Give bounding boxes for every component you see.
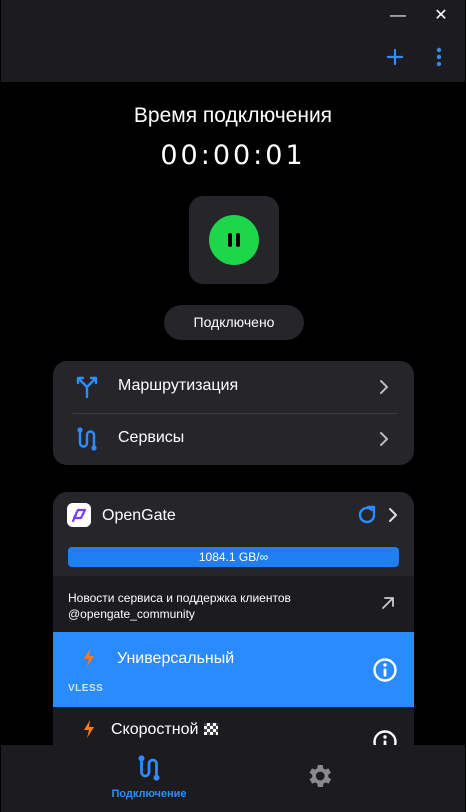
profile-name-wrap: Скоростной — [111, 721, 219, 739]
minimize-button[interactable]: — — [386, 4, 410, 28]
server-card: OpenGate 1084.1 GB/∞ Новости сервиса и п… — [53, 492, 414, 752]
chevron-right-icon — [380, 432, 388, 446]
pause-button[interactable] — [209, 215, 259, 265]
nav-item-label: Подключение — [111, 788, 187, 800]
bottom-nav: Подключение — [1, 745, 465, 812]
menu-item-label: Сервисы — [118, 429, 185, 446]
nav-item-settings[interactable] — [291, 745, 347, 812]
bolt-icon — [84, 720, 94, 738]
connection-timer: 00:00:01 — [160, 140, 306, 171]
chevron-right-icon — [380, 380, 388, 394]
connection-time-title: Время подключения — [133, 104, 333, 127]
plus-icon — [386, 48, 404, 66]
bolt-icon — [84, 649, 94, 667]
traffic-bar: 1084.1 GB/∞ — [68, 547, 399, 567]
menu-card: Маршрутизация Сервисы — [53, 361, 414, 465]
server-name: OpenGate — [102, 507, 176, 524]
connection-icon — [138, 755, 160, 781]
profile-protocol: VLESS — [68, 683, 104, 694]
status-badge: Подключено — [164, 305, 304, 340]
news-title: Новости сервиса и поддержка клиентов — [68, 591, 291, 605]
app-window: — ✕ Время подключения 00:00:01 Подключен… — [1, 0, 465, 812]
news-handle: @opengate_community — [68, 607, 195, 621]
traffic-text: 1084.1 GB/∞ — [198, 550, 269, 564]
pause-icon — [228, 233, 240, 247]
more-vertical-icon — [436, 47, 442, 67]
menu-item-routing[interactable]: Маршрутизация — [53, 361, 414, 413]
info-icon[interactable] — [372, 657, 398, 683]
gear-icon — [309, 765, 332, 787]
add-button[interactable] — [380, 42, 410, 72]
nav-item-connection[interactable]: Подключение — [93, 745, 205, 812]
routing-icon — [76, 376, 98, 399]
profile-name: Скоростной — [111, 721, 199, 738]
menu-item-label: Маршрутизация — [118, 377, 239, 394]
more-button[interactable] — [424, 42, 454, 72]
opengate-logo — [67, 503, 91, 527]
title-bar: — ✕ — [1, 0, 465, 82]
services-icon — [77, 427, 97, 451]
profile-name: Универсальный — [117, 650, 235, 667]
refresh-icon[interactable] — [355, 503, 379, 527]
chevron-right-icon[interactable] — [383, 505, 403, 525]
arrow-up-right-icon — [382, 597, 394, 609]
news-link[interactable]: Новости сервиса и поддержка клиентов @op… — [53, 576, 414, 632]
profile-item-universal[interactable]: Универсальный VLESS — [53, 632, 414, 707]
menu-item-services[interactable]: Сервисы — [53, 413, 414, 465]
power-card — [189, 196, 279, 284]
close-button[interactable]: ✕ — [429, 4, 453, 28]
checkered-flag-icon — [204, 723, 219, 735]
logo-icon — [67, 503, 91, 527]
